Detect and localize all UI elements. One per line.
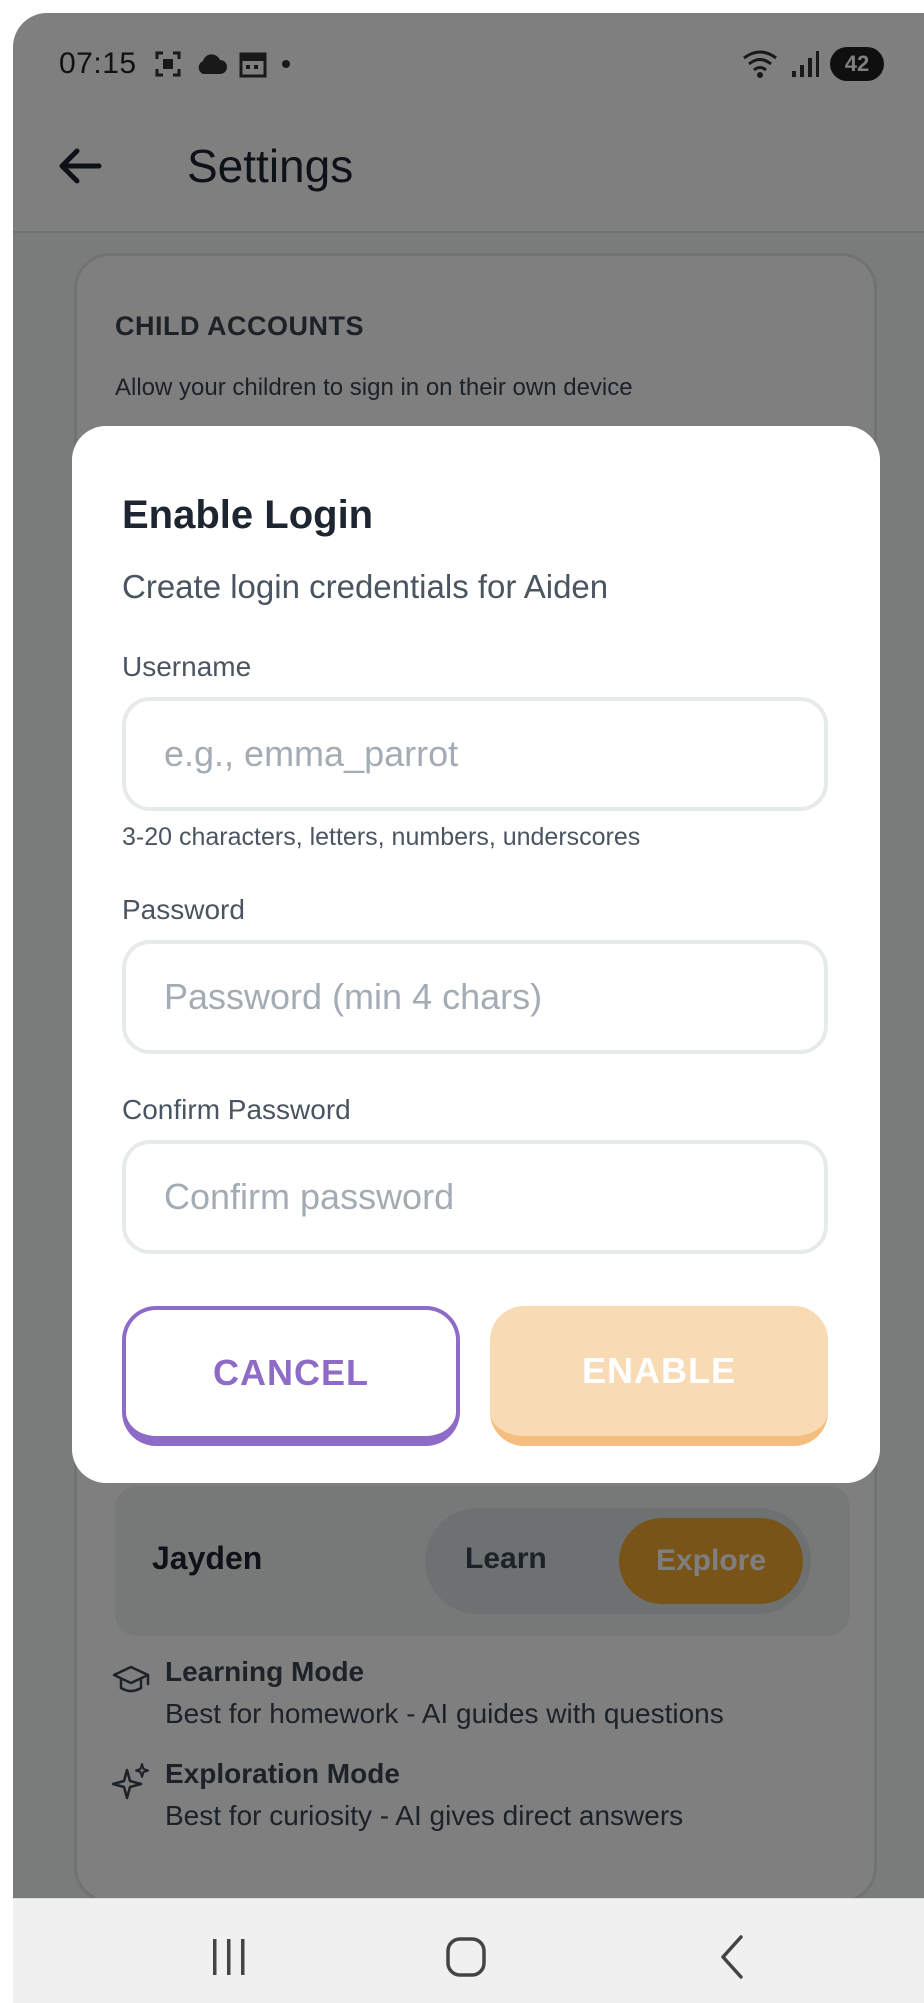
password-input[interactable] (122, 940, 828, 1054)
cancel-button[interactable]: CANCEL (122, 1306, 460, 1446)
phone-frame: 07:15 (0, 0, 924, 2003)
enable-login-dialog: Enable Login Create login credentials fo… (72, 426, 880, 1483)
recent-apps-icon[interactable] (199, 1927, 259, 1987)
screen: 07:15 (13, 13, 924, 2003)
dialog-subtitle: Create login credentials for Aiden (122, 568, 609, 605)
username-input[interactable] (122, 697, 828, 811)
system-nav-bar (13, 1898, 924, 2003)
confirm-password-input[interactable] (122, 1140, 828, 1254)
enable-button[interactable]: ENABLE (490, 1306, 828, 1446)
confirm-password-label: Confirm Password (122, 1094, 351, 1125)
back-icon[interactable] (703, 1927, 763, 1987)
password-label: Password (122, 894, 245, 925)
username-label: Username (122, 651, 252, 682)
dialog-title: Enable Login (122, 493, 374, 537)
home-icon[interactable] (436, 1927, 496, 1987)
username-hint: 3-20 characters, letters, numbers, under… (122, 823, 641, 851)
